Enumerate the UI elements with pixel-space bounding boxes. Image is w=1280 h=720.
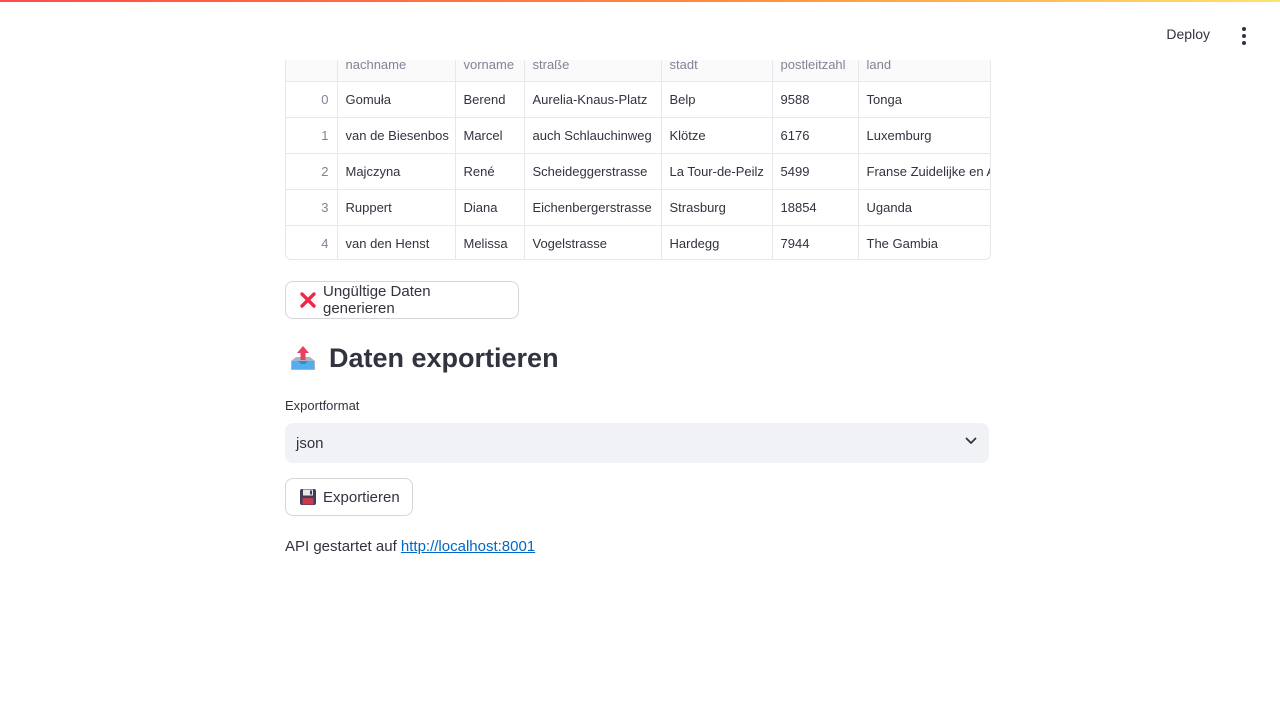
- kebab-menu-icon[interactable]: [1236, 27, 1252, 45]
- api-url-link[interactable]: http://localhost:8001: [401, 538, 535, 555]
- export-button[interactable]: Exportieren: [285, 478, 413, 516]
- api-status-text: API gestartet auf http://localhost:8001: [285, 538, 535, 555]
- table-cell[interactable]: Franse Zuidelijke en Antarctische Gebied…: [858, 153, 990, 190]
- menu-dot: [1242, 27, 1246, 31]
- table-cell[interactable]: Diana: [455, 189, 525, 226]
- export-format-value: json: [296, 434, 324, 452]
- table-cell[interactable]: Majczyna: [337, 153, 456, 190]
- table-cell[interactable]: van de Biesenbos: [337, 117, 456, 154]
- table-cell[interactable]: auch Schlauchinweg: [524, 117, 662, 154]
- table-cell[interactable]: Scheideggerstrasse: [524, 153, 662, 190]
- table-cell[interactable]: Eichenbergerstrasse: [524, 189, 662, 226]
- table-cell[interactable]: 9588: [772, 81, 859, 118]
- api-status-label: API gestartet auf: [285, 538, 397, 555]
- export-format-label: Exportformat: [285, 398, 360, 413]
- chevron-down-icon: [964, 434, 978, 452]
- table-cell[interactable]: Gomuła: [337, 81, 456, 118]
- table-cell[interactable]: Belp: [661, 81, 773, 118]
- deploy-button[interactable]: Deploy: [1166, 26, 1210, 42]
- table-cell[interactable]: 18854: [772, 189, 859, 226]
- table-cell[interactable]: Ruppert: [337, 189, 456, 226]
- table-cell[interactable]: 7944: [772, 225, 859, 259]
- table-cell[interactable]: Vogelstrasse: [524, 225, 662, 259]
- table-cell[interactable]: Luxemburg: [858, 117, 990, 154]
- table-row: 1 van de Biesenbos Marcel auch Schlauchi…: [286, 117, 990, 154]
- table-cell[interactable]: La Tour-de-Peilz: [661, 153, 773, 190]
- table-cell[interactable]: Klötze: [661, 117, 773, 154]
- table-cell[interactable]: Tonga: [858, 81, 990, 118]
- cross-mark-icon: [299, 291, 317, 309]
- table-cell[interactable]: René: [455, 153, 525, 190]
- menu-dot: [1242, 34, 1246, 38]
- table-cell[interactable]: The Gambia: [858, 225, 990, 259]
- table-cell[interactable]: van den Henst: [337, 225, 456, 259]
- table-cell[interactable]: 6176: [772, 117, 859, 154]
- row-index-cell[interactable]: 0: [286, 81, 338, 118]
- row-index-cell[interactable]: 3: [286, 189, 338, 226]
- generate-invalid-data-label: Ungültige Daten generieren: [323, 283, 431, 317]
- table-cell[interactable]: Melissa: [455, 225, 525, 259]
- table-cell[interactable]: Aurelia-Knaus-Platz: [524, 81, 662, 118]
- table-cell[interactable]: Uganda: [858, 189, 990, 226]
- row-index-cell[interactable]: 2: [286, 153, 338, 190]
- outbox-tray-icon: [289, 345, 317, 373]
- table-cell[interactable]: Berend: [455, 81, 525, 118]
- table-cell[interactable]: Hardegg: [661, 225, 773, 259]
- export-section-heading: Daten exportieren: [289, 343, 559, 374]
- menu-dot: [1242, 41, 1246, 45]
- table-cell[interactable]: Marcel: [455, 117, 525, 154]
- export-button-label: Exportieren: [323, 488, 400, 506]
- table-row: 2 Majczyna René Scheideggerstrasse La To…: [286, 153, 990, 190]
- table-row: 4 van den Henst Melissa Vogelstrasse Har…: [286, 225, 990, 259]
- app-header: Deploy: [0, 2, 1280, 60]
- row-index-cell[interactable]: 1: [286, 117, 338, 154]
- row-index-cell[interactable]: 4: [286, 225, 338, 259]
- table-row: 0 Gomuła Berend Aurelia-Knaus-Platz Belp…: [286, 81, 990, 118]
- floppy-disk-icon: [299, 488, 317, 506]
- export-format-select[interactable]: json: [285, 423, 989, 463]
- table-cell[interactable]: 5499: [772, 153, 859, 190]
- table-cell[interactable]: Strasburg: [661, 189, 773, 226]
- dataframe-table[interactable]: nachname vorname straße stadt postleitza…: [285, 46, 991, 260]
- generate-invalid-data-button[interactable]: Ungültige Daten generieren: [285, 281, 519, 319]
- export-section-title: Daten exportieren: [329, 343, 559, 373]
- table-row: 3 Ruppert Diana Eichenbergerstrasse Stra…: [286, 189, 990, 226]
